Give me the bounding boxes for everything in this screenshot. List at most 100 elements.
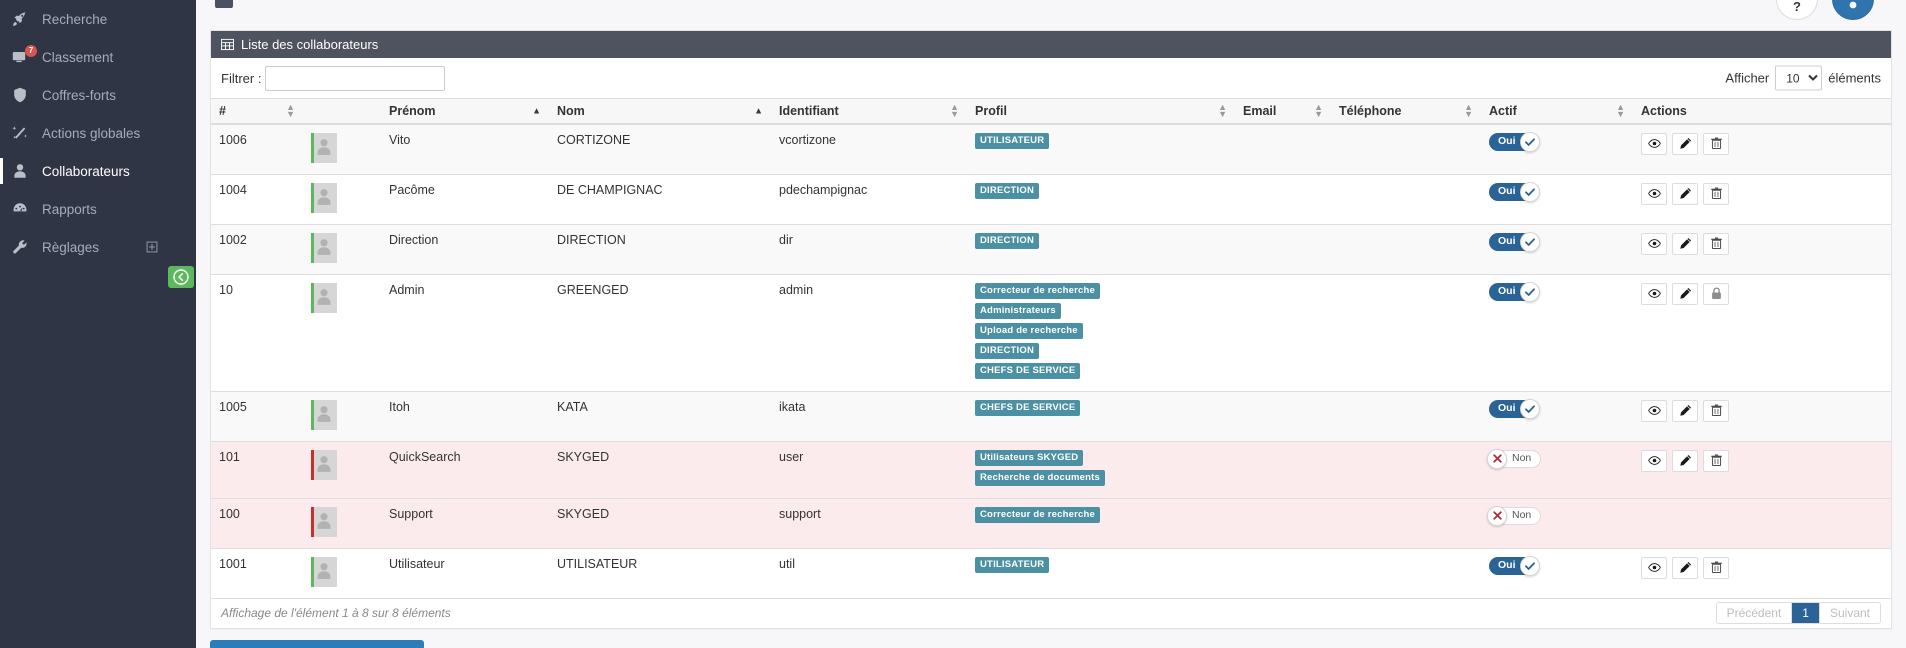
column-header-email[interactable]: Email ▲ ▼	[1235, 98, 1331, 125]
check-icon	[1524, 404, 1535, 413]
eye-action-button[interactable]	[1641, 282, 1667, 305]
eye-action-button[interactable]	[1641, 449, 1667, 472]
eye-action-button[interactable]	[1641, 556, 1667, 579]
sidebar-item-actions-globales[interactable]: Actions globales	[0, 114, 196, 152]
wrench-icon	[13, 240, 27, 254]
eye-action-button[interactable]	[1641, 399, 1667, 422]
avatar-person-icon	[315, 404, 334, 426]
column-header-actif[interactable]: Actif ▲ ▼	[1481, 98, 1633, 125]
trash-action-button[interactable]	[1703, 232, 1729, 255]
svg-text:?: ?	[1793, 0, 1801, 14]
trash-action-button[interactable]	[1703, 132, 1729, 155]
trash-action-button[interactable]	[1703, 556, 1729, 579]
elements-label: éléments	[1828, 70, 1881, 86]
pagination-next[interactable]: Suivant	[1819, 603, 1880, 623]
trash-action-button[interactable]	[1703, 182, 1729, 205]
active-toggle[interactable]: Oui	[1489, 281, 1540, 303]
help-round-button[interactable]: ?	[1776, 0, 1818, 20]
table-icon	[221, 38, 234, 51]
column-header-nom[interactable]: Nom ▲	[549, 98, 771, 125]
eye-action-button[interactable]	[1641, 232, 1667, 255]
pencil-action-button[interactable]	[1672, 449, 1698, 472]
avatar-person-icon	[315, 287, 334, 309]
sidebar: Recherche 7 Classement Coffres-forts Actions…	[0, 0, 196, 648]
eye-icon	[1647, 456, 1661, 465]
sidebar-item-classement[interactable]: 7 Classement	[0, 38, 196, 76]
column-header-pr-nom[interactable]: Prénom ▲	[381, 98, 549, 125]
pencil-action-button[interactable]	[1672, 182, 1698, 205]
cell-profil: Utilisateurs SKYGED Recherche de document…	[967, 440, 1235, 498]
active-toggle[interactable]: Non	[1487, 448, 1542, 470]
pencil-icon	[1679, 287, 1691, 299]
page-length-select[interactable]: 102550100	[1775, 65, 1823, 91]
pencil-action-button[interactable]	[1672, 556, 1698, 579]
cell-id: 1004	[211, 173, 303, 224]
avatar-person-icon	[315, 137, 334, 159]
sidebar-item-coffres-forts[interactable]: Coffres-forts	[0, 76, 196, 114]
wrench-icon	[12, 239, 42, 255]
pagination-page-1[interactable]: 1	[1792, 603, 1820, 623]
active-toggle[interactable]: Non	[1487, 505, 1542, 527]
column-header-identifiant[interactable]: Identifiant ▲ ▼	[771, 98, 967, 125]
sidebar-item-recherche[interactable]: Recherche	[0, 0, 196, 38]
cell-telephone	[1331, 223, 1481, 274]
cell-avatar	[303, 390, 381, 441]
collaborators-panel: Liste des collaborateurs Filtrer : Affic…	[210, 30, 1892, 629]
cell-email	[1235, 390, 1331, 441]
lock-action-button[interactable]	[1703, 282, 1729, 305]
avatar-person-icon	[317, 456, 331, 472]
cell-avatar	[303, 173, 381, 224]
pencil-action-button[interactable]	[1672, 132, 1698, 155]
avatar	[311, 282, 337, 313]
pagination-prev[interactable]: Précédent	[1716, 603, 1793, 623]
table-info: Affichage de l'élément 1 à 8 sur 8 éléme…	[221, 606, 451, 620]
active-toggle[interactable]: Oui	[1489, 181, 1540, 203]
trash-action-button[interactable]	[1703, 399, 1729, 422]
row-actions	[1641, 182, 1883, 205]
profil-tag: DIRECTION	[975, 342, 1040, 359]
column-header-label: Prénom	[389, 103, 436, 118]
active-toggle[interactable]: Oui	[1489, 555, 1540, 577]
eye-action-button[interactable]	[1641, 132, 1667, 155]
trash-action-button[interactable]	[1703, 449, 1729, 472]
cell-email	[1235, 223, 1331, 274]
cell-avatar	[303, 440, 381, 498]
primary-round-button[interactable]	[1832, 0, 1874, 20]
pencil-action-button[interactable]	[1672, 232, 1698, 255]
avatar	[311, 132, 337, 163]
cell-telephone	[1331, 273, 1481, 391]
sidebar-item-rapports[interactable]: Rapports	[0, 190, 196, 228]
menu-toggle-icon[interactable]	[215, 0, 233, 8]
column-header-profil[interactable]: Profil ▲ ▼	[967, 98, 1235, 125]
toggle-knob	[1487, 505, 1507, 526]
cell-email	[1235, 173, 1331, 224]
cell-actif: Oui	[1481, 223, 1633, 274]
pencil-action-button[interactable]	[1672, 282, 1698, 305]
plus-square-icon[interactable]	[146, 241, 158, 253]
monitor-icon: 7	[12, 45, 42, 65]
row-actions	[1641, 399, 1883, 422]
check-icon	[1524, 237, 1535, 246]
sidebar-collapse-button[interactable]	[168, 266, 194, 288]
sidebar-item-r-glages[interactable]: Règlages	[0, 228, 196, 266]
trash-icon	[1710, 561, 1722, 574]
sidebar-item-collaborateurs[interactable]: Collaborateurs	[0, 152, 196, 190]
filter-input[interactable]	[265, 65, 446, 91]
column-header-t-l-phone[interactable]: Téléphone ▲ ▼	[1331, 98, 1481, 125]
active-toggle[interactable]: Oui	[1489, 131, 1540, 153]
cell-email	[1235, 547, 1331, 598]
check-icon	[1524, 561, 1535, 570]
pencil-action-button[interactable]	[1672, 399, 1698, 422]
active-toggle[interactable]: Oui	[1489, 231, 1540, 253]
check-icon	[1524, 137, 1535, 146]
avatar	[311, 449, 337, 480]
column-header-label: Identifiant	[779, 103, 839, 118]
cell-actions	[1633, 123, 1891, 174]
column-header-[interactable]: # ▲ ▼	[211, 98, 303, 125]
add-collaborator-button[interactable]: Ajouter un collaborateur	[210, 639, 425, 648]
avatar	[311, 556, 337, 587]
eye-action-button[interactable]	[1641, 182, 1667, 205]
table-row: 1001 Utilisateur UTILISATEUR util UTILISATE…	[211, 547, 1891, 598]
sidebar-item-label: Actions globales	[42, 125, 141, 141]
active-toggle[interactable]: Oui	[1489, 398, 1540, 420]
